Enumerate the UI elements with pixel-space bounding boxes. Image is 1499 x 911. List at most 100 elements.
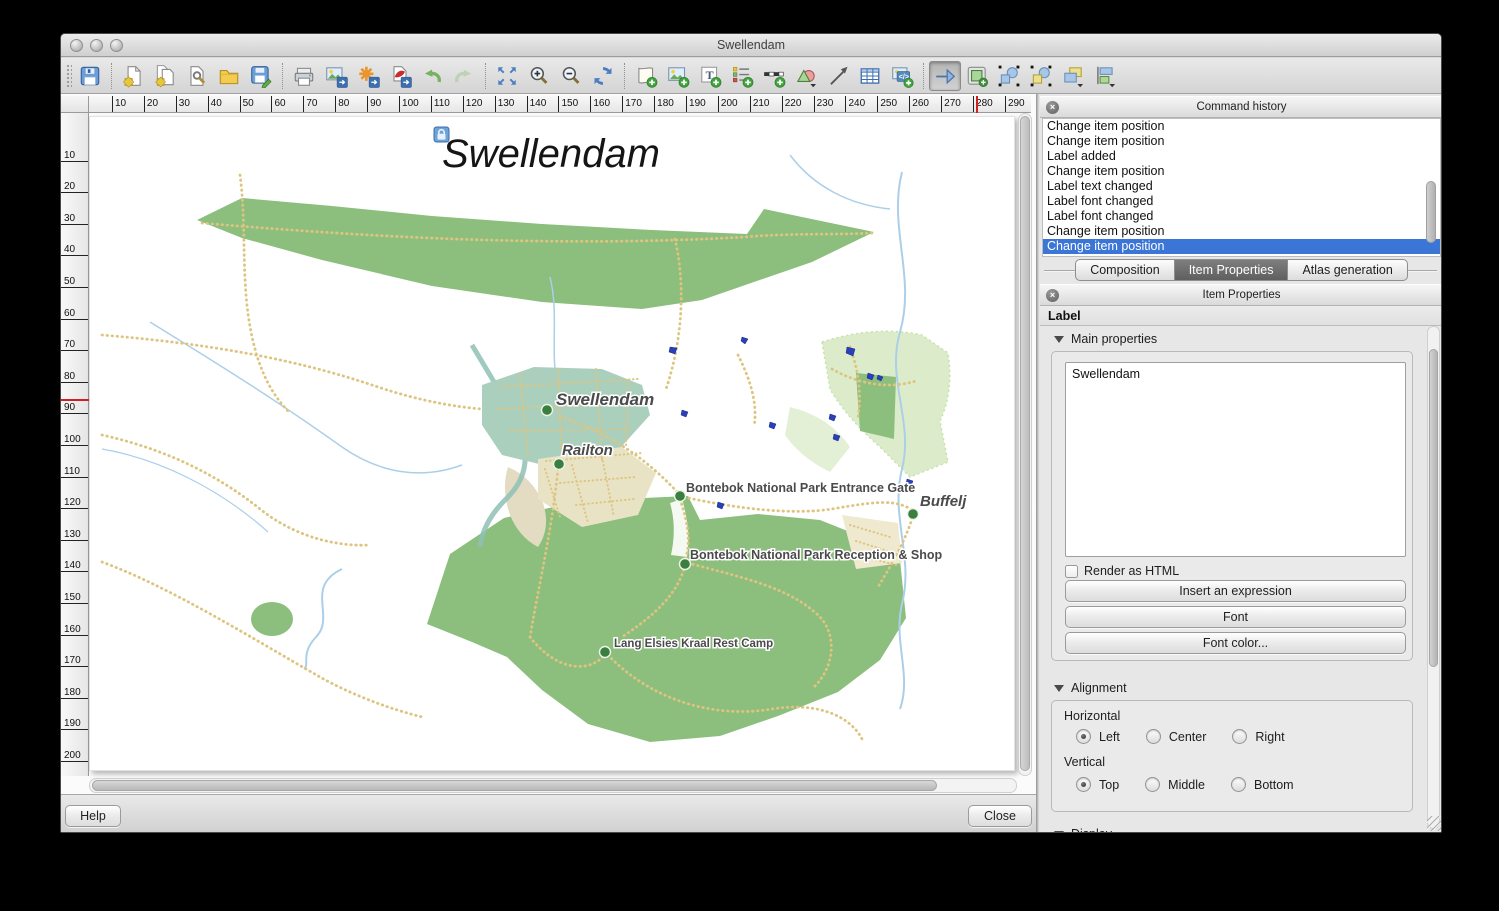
- align-items-icon[interactable]: [1089, 61, 1121, 91]
- item-properties-scrollbar[interactable]: [1427, 326, 1440, 829]
- map-small-reserve: [251, 602, 293, 636]
- item-properties-header: × Item Properties: [1040, 284, 1442, 306]
- history-item[interactable]: Change item position: [1043, 119, 1440, 134]
- composition-manager-icon[interactable]: [181, 61, 213, 91]
- zoom-out-icon[interactable]: [555, 61, 587, 91]
- radio-left[interactable]: [1076, 729, 1091, 744]
- canvas-vertical-scrollbar[interactable]: [1018, 113, 1032, 776]
- radio-middle[interactable]: [1145, 777, 1160, 792]
- horizontal-radio-row: Left Center Right: [1076, 729, 1285, 744]
- collapse-triangle-icon: [1054, 831, 1064, 833]
- history-item[interactable]: Change item position: [1043, 164, 1440, 179]
- main-properties-group: Swellendam Render as HTML Insert an expr…: [1051, 351, 1413, 661]
- canvas-horizontal-scrollbar-thumb[interactable]: [92, 780, 937, 791]
- window-resize-grip[interactable]: [1427, 816, 1442, 831]
- command-history-list[interactable]: Change item position Change item positio…: [1042, 118, 1441, 257]
- radio-center[interactable]: [1146, 729, 1161, 744]
- duplicate-composition-icon[interactable]: [149, 61, 181, 91]
- history-item[interactable]: Label font changed: [1043, 209, 1440, 224]
- add-attribute-table-icon[interactable]: [854, 61, 886, 91]
- history-item-selected[interactable]: Change item position: [1043, 239, 1440, 254]
- redo-icon[interactable]: [448, 61, 480, 91]
- canvas-vertical-scrollbar-thumb[interactable]: [1020, 116, 1030, 771]
- history-item[interactable]: Change item position: [1043, 224, 1440, 239]
- refresh-view-icon[interactable]: [587, 61, 619, 91]
- tab-composition[interactable]: Composition: [1075, 259, 1174, 281]
- command-history-title: Command history: [1196, 101, 1286, 113]
- select-move-item-icon[interactable]: [929, 61, 961, 91]
- command-history-header: × Command history: [1040, 96, 1442, 118]
- raise-selected-items-icon[interactable]: [1057, 61, 1089, 91]
- add-new-legend-icon[interactable]: [726, 61, 758, 91]
- print-icon[interactable]: [288, 61, 320, 91]
- open-folder-icon[interactable]: [213, 61, 245, 91]
- item-properties-body: Main properties Swellendam Render as HTM…: [1040, 326, 1442, 832]
- radio-center-label: Center: [1169, 730, 1207, 744]
- history-item[interactable]: Label text changed: [1043, 179, 1440, 194]
- save-project-icon[interactable]: [74, 61, 106, 91]
- label-text-input[interactable]: Swellendam: [1065, 362, 1406, 557]
- add-new-map-icon[interactable]: [630, 61, 662, 91]
- tab-atlas-generation[interactable]: Atlas generation: [1287, 259, 1407, 281]
- close-panel-icon[interactable]: ×: [1046, 289, 1059, 302]
- canvas-horizontal-scrollbar[interactable]: [89, 778, 1017, 793]
- radio-top[interactable]: [1076, 777, 1091, 792]
- composition-canvas: 1020304050607080901001101201301401501601…: [61, 94, 1036, 832]
- close-button[interactable]: Close: [968, 805, 1032, 827]
- alignment-section-header[interactable]: Alignment: [1054, 681, 1127, 695]
- map-label-town: Swellendam: [556, 390, 654, 409]
- save-as-template-icon[interactable]: [245, 61, 277, 91]
- render-as-html-checkbox[interactable]: [1065, 565, 1078, 578]
- add-shape-icon[interactable]: [790, 61, 822, 91]
- render-as-html-label: Render as HTML: [1084, 564, 1179, 578]
- history-item[interactable]: Change item position: [1043, 134, 1440, 149]
- history-item[interactable]: Label font changed: [1043, 194, 1440, 209]
- titlebar[interactable]: Swellendam: [61, 34, 1441, 57]
- undo-icon[interactable]: [416, 61, 448, 91]
- font-button[interactable]: Font: [1065, 606, 1406, 628]
- toolbar-separator: [282, 63, 283, 89]
- group-items-icon[interactable]: [993, 61, 1025, 91]
- collapse-triangle-icon: [1054, 336, 1064, 343]
- radio-middle-label: Middle: [1168, 778, 1205, 792]
- tab-item-properties[interactable]: Item Properties: [1174, 259, 1289, 281]
- composition-page[interactable]: Swellendam Railton Bontebok National Par…: [89, 116, 1015, 771]
- toolbar-separator: [923, 63, 924, 89]
- map-label-railton: Railton: [562, 442, 613, 459]
- add-image-icon[interactable]: [662, 61, 694, 91]
- export-as-svg-icon[interactable]: [352, 61, 384, 91]
- radio-bottom[interactable]: [1231, 777, 1246, 792]
- item-properties-scrollbar-thumb[interactable]: [1429, 349, 1438, 667]
- dialog-button-bar: Help Close: [61, 794, 1036, 833]
- toolbar-separator: [111, 63, 112, 89]
- composition-title-label[interactable]: Swellendam: [442, 132, 660, 176]
- insert-expression-button[interactable]: Insert an expression: [1065, 580, 1406, 602]
- help-button[interactable]: Help: [65, 805, 121, 827]
- map-label-camp: Lang Elsies Kraal Rest Camp: [614, 638, 773, 650]
- ruler-corner: [61, 96, 89, 113]
- move-item-content-icon[interactable]: [961, 61, 993, 91]
- vertical-ruler: 1020304050607080901001101201301401501601…: [61, 113, 89, 776]
- radio-right[interactable]: [1232, 729, 1247, 744]
- history-item[interactable]: Label added: [1043, 149, 1440, 164]
- zoom-in-icon[interactable]: [523, 61, 555, 91]
- add-arrow-icon[interactable]: [822, 61, 854, 91]
- map-label-reception: Bontebok National Park Reception & Shop: [690, 548, 942, 562]
- add-new-label-icon[interactable]: T: [694, 61, 726, 91]
- toolbar-separator: [624, 63, 625, 89]
- ungroup-items-icon[interactable]: [1025, 61, 1057, 91]
- main-properties-section-header[interactable]: Main properties: [1054, 332, 1157, 346]
- font-color-button[interactable]: Font color...: [1065, 632, 1406, 654]
- composer-main-area: 1020304050607080901001101201301401501601…: [61, 94, 1441, 832]
- display-section-header[interactable]: Display: [1054, 827, 1112, 832]
- zoom-full-icon[interactable]: [491, 61, 523, 91]
- add-html-frame-icon[interactable]: </>: [886, 61, 918, 91]
- new-composition-icon[interactable]: [117, 61, 149, 91]
- history-scrollbar-thumb[interactable]: [1426, 181, 1436, 243]
- alignment-group: Horizontal Left Center Right Vertical To…: [1051, 700, 1413, 812]
- map-item[interactable]: Swellendam Railton Bontebok National Par…: [90, 117, 1015, 771]
- export-as-pdf-icon[interactable]: [384, 61, 416, 91]
- add-new-scalebar-icon[interactable]: [758, 61, 790, 91]
- export-as-image-icon[interactable]: [320, 61, 352, 91]
- close-panel-icon[interactable]: ×: [1046, 101, 1059, 114]
